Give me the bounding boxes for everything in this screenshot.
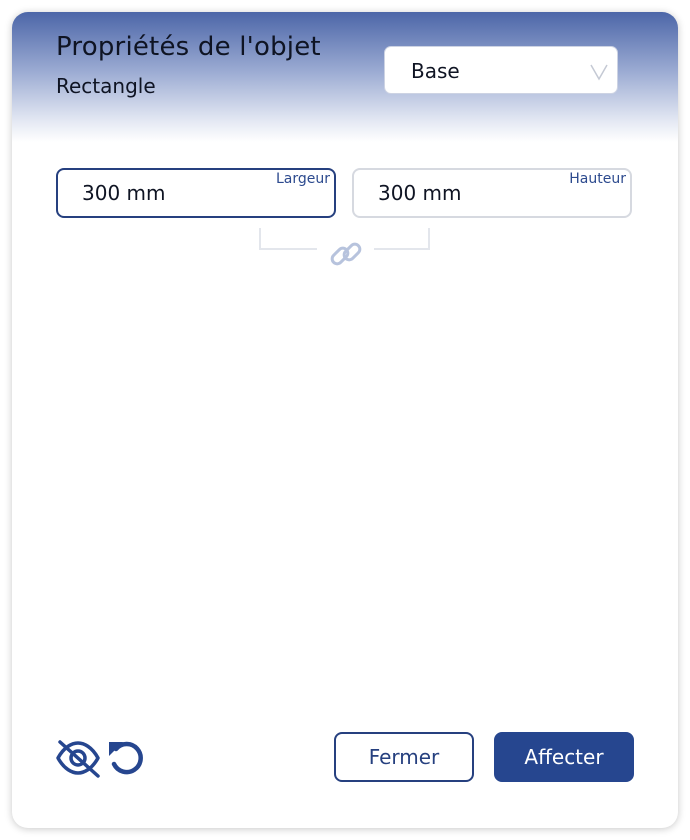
close-button[interactable]: Fermer (334, 732, 474, 782)
apply-button[interactable]: Affecter (494, 732, 634, 782)
width-value: 300 mm (82, 181, 166, 205)
preset-select[interactable]: Base (384, 46, 618, 94)
dialog-header: Propriétés de l'objet Rectangle Base (12, 12, 678, 142)
width-label: Largeur (275, 171, 330, 187)
dialog-title: Propriétés de l'objet (56, 32, 321, 62)
object-type-label: Rectangle (56, 74, 156, 98)
eye-slash-icon[interactable] (54, 738, 102, 778)
link-icon[interactable] (328, 236, 364, 272)
undo-icon[interactable] (106, 738, 146, 778)
link-bracket-left-horizontal (259, 248, 317, 250)
link-bracket-left-vertical (259, 228, 261, 250)
height-label: Hauteur (569, 171, 626, 187)
chevron-down-icon (590, 64, 608, 81)
preset-select-value: Base (411, 59, 460, 83)
link-bracket-right-vertical (428, 228, 430, 250)
width-field[interactable]: 300 mm Largeur (56, 168, 336, 218)
height-value: 300 mm (378, 181, 462, 205)
link-bracket-right-horizontal (374, 248, 430, 250)
height-field[interactable]: 300 mm Hauteur (352, 168, 632, 218)
object-properties-dialog: Propriétés de l'objet Rectangle Base 300… (12, 12, 678, 828)
